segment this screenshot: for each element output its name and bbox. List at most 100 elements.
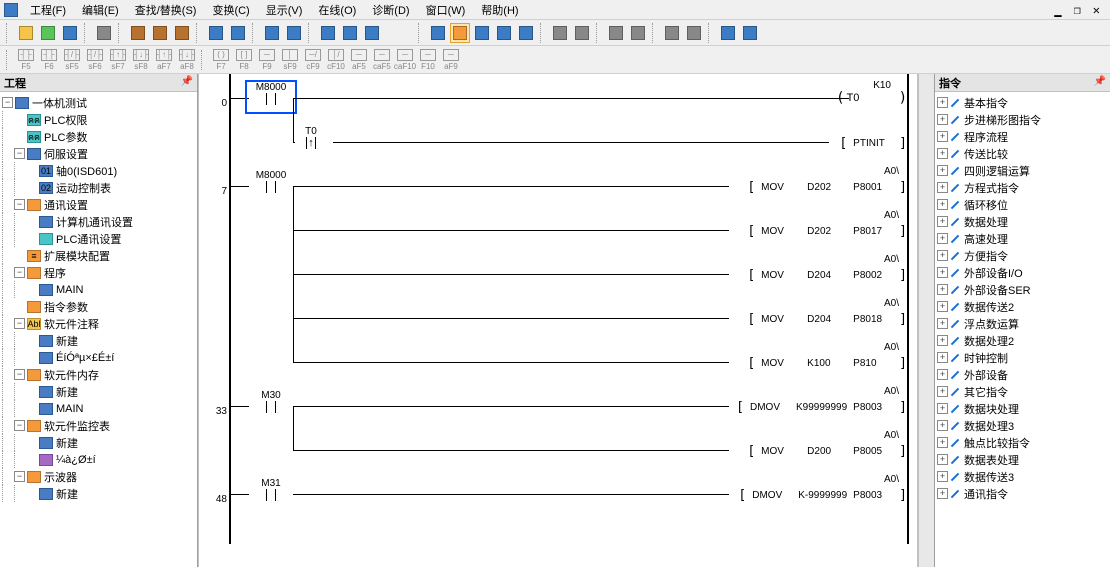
- tree-item[interactable]: ฅฅPLC权限: [2, 111, 195, 128]
- restore-button[interactable]: ❐: [1068, 1, 1087, 19]
- toolbar2-t12[interactable]: [718, 23, 738, 43]
- tree-item[interactable]: −Abl软元件注释: [2, 315, 195, 332]
- instruction-category[interactable]: +数据块处理: [937, 400, 1108, 417]
- expand-icon[interactable]: −: [2, 97, 13, 108]
- tree-item[interactable]: −软元件监控表: [2, 417, 195, 434]
- menu-file[interactable]: 工程(F): [22, 3, 74, 19]
- ladder-editor[interactable]: 0M8000(T0)K10T0↑[PTINIT]7M8000[MOVD202P8…: [198, 74, 918, 567]
- fnkey-sF5[interactable]: ┤/├sF5: [61, 49, 83, 71]
- fnkey-aF9[interactable]: ─aF9: [440, 49, 462, 71]
- instruction-category[interactable]: +方便指令: [937, 247, 1108, 264]
- tree-item[interactable]: ≡扩展模块配置: [2, 247, 195, 264]
- menu-convert[interactable]: 变换(C): [204, 3, 257, 19]
- tree-item[interactable]: −通讯设置: [2, 196, 195, 213]
- contact[interactable]: M8000: [249, 84, 293, 110]
- instruction-category[interactable]: +循环移位: [937, 196, 1108, 213]
- tree-item[interactable]: −软元件内存: [2, 366, 195, 383]
- toolbar2-t5[interactable]: [516, 23, 536, 43]
- menu-online[interactable]: 在线(O): [310, 3, 364, 19]
- instruction-box[interactable]: [MOVD204P8018]: [747, 310, 907, 328]
- toolbar2-t11[interactable]: [684, 23, 704, 43]
- expand-icon[interactable]: +: [937, 454, 948, 465]
- instruction-category[interactable]: +高速处理: [937, 230, 1108, 247]
- toolbar-cut[interactable]: [128, 23, 148, 43]
- contact[interactable]: M31: [249, 480, 293, 506]
- expand-icon[interactable]: +: [937, 199, 948, 210]
- tree-item[interactable]: ÉíÓªµ×£É±í: [2, 349, 195, 366]
- tree-item[interactable]: −一体机测试: [2, 94, 195, 111]
- toolbar-undo[interactable]: [206, 23, 226, 43]
- expand-icon[interactable]: −: [14, 199, 25, 210]
- instruction-category[interactable]: +数据处理2: [937, 332, 1108, 349]
- expand-icon[interactable]: +: [937, 488, 948, 499]
- instruction-box[interactable]: [MOVD204P8002]: [747, 266, 907, 284]
- fnkey-caF10[interactable]: ─caF10: [394, 49, 416, 71]
- expand-icon[interactable]: +: [937, 318, 948, 329]
- expand-icon[interactable]: +: [937, 233, 948, 244]
- expand-icon[interactable]: −: [14, 471, 25, 482]
- menu-view[interactable]: 显示(V): [258, 3, 311, 19]
- instruction-category[interactable]: +触点比较指令: [937, 434, 1108, 451]
- fnkey-F9[interactable]: ─F9: [256, 49, 278, 71]
- toolbar-copy[interactable]: [150, 23, 170, 43]
- menu-help[interactable]: 帮助(H): [473, 3, 526, 19]
- ladder-scrollbar[interactable]: [918, 74, 934, 567]
- instruction-category[interactable]: +数据传送3: [937, 468, 1108, 485]
- instruction-category[interactable]: +数据处理: [937, 213, 1108, 230]
- toolbar-monitor2[interactable]: [340, 23, 360, 43]
- expand-icon[interactable]: +: [937, 284, 948, 295]
- expand-icon[interactable]: +: [937, 386, 948, 397]
- instruction-category[interactable]: +其它指令: [937, 383, 1108, 400]
- menu-edit[interactable]: 编辑(E): [74, 3, 127, 19]
- toolbar2-t7[interactable]: [572, 23, 592, 43]
- instruction-tree[interactable]: +基本指令+步进梯形图指令+程序流程+传送比较+四则逻辑运算+方程式指令+循环移…: [935, 92, 1110, 567]
- expand-icon[interactable]: −: [14, 318, 25, 329]
- close-button[interactable]: ✕: [1087, 1, 1106, 19]
- expand-icon[interactable]: +: [937, 301, 948, 312]
- instruction-box[interactable]: [MOVD202P8001]: [747, 178, 907, 196]
- expand-icon[interactable]: +: [937, 148, 948, 159]
- tree-item[interactable]: 01轴0(ISD601): [2, 162, 195, 179]
- fnkey-aF7[interactable]: ┤↑├aF7: [153, 49, 175, 71]
- toolbar2-t8[interactable]: [606, 23, 626, 43]
- instruction-box[interactable]: [MOVD200P8005]: [747, 442, 907, 460]
- instruction-category[interactable]: +基本指令: [937, 94, 1108, 111]
- fnkey-F5[interactable]: ┤├F5: [15, 49, 37, 71]
- instruction-category[interactable]: +方程式指令: [937, 179, 1108, 196]
- expand-icon[interactable]: −: [14, 267, 25, 278]
- fnkey-caF5[interactable]: ─caF5: [371, 49, 393, 71]
- toolbar-upload[interactable]: [262, 23, 282, 43]
- tree-item[interactable]: 指令参数: [2, 298, 195, 315]
- instruction-box[interactable]: [MOVD202P8017]: [747, 222, 907, 240]
- instruction-category[interactable]: +通讯指令: [937, 485, 1108, 502]
- instruction-category[interactable]: +步进梯形图指令: [937, 111, 1108, 128]
- expand-icon[interactable]: +: [937, 182, 948, 193]
- expand-icon[interactable]: −: [14, 420, 25, 431]
- instruction-category[interactable]: +外部设备SER: [937, 281, 1108, 298]
- contact[interactable]: M30: [249, 392, 293, 418]
- expand-icon[interactable]: +: [937, 267, 948, 278]
- toolbar-save[interactable]: [60, 23, 80, 43]
- tree-item[interactable]: 新建: [2, 332, 195, 349]
- tree-item[interactable]: −示波器: [2, 468, 195, 485]
- toolbar2-t3[interactable]: [472, 23, 492, 43]
- toolbar-monitor1[interactable]: [318, 23, 338, 43]
- toolbar-open[interactable]: [38, 23, 58, 43]
- expand-icon[interactable]: +: [937, 369, 948, 380]
- toolbar2-t13[interactable]: [740, 23, 760, 43]
- expand-icon[interactable]: −: [14, 369, 25, 380]
- fnkey-aF8[interactable]: ┤↓├aF8: [176, 49, 198, 71]
- instruction-category[interactable]: +外部设备I/O: [937, 264, 1108, 281]
- tree-item[interactable]: 计算机通讯设置: [2, 213, 195, 230]
- toolbar-monitor3[interactable]: [362, 23, 382, 43]
- expand-icon[interactable]: +: [937, 437, 948, 448]
- instruction-category[interactable]: +外部设备: [937, 366, 1108, 383]
- menu-diag[interactable]: 诊断(D): [364, 3, 417, 19]
- instruction-box[interactable]: [PTINIT]: [839, 134, 907, 152]
- fnkey-sF9[interactable]: │sF9: [279, 49, 301, 71]
- fnkey-F8[interactable]: [ ]F8: [233, 49, 255, 71]
- toolbar-paste[interactable]: [172, 23, 192, 43]
- toolbar-redo[interactable]: [228, 23, 248, 43]
- contact[interactable]: M8000: [249, 172, 293, 198]
- instruction-category[interactable]: +四则逻辑运算: [937, 162, 1108, 179]
